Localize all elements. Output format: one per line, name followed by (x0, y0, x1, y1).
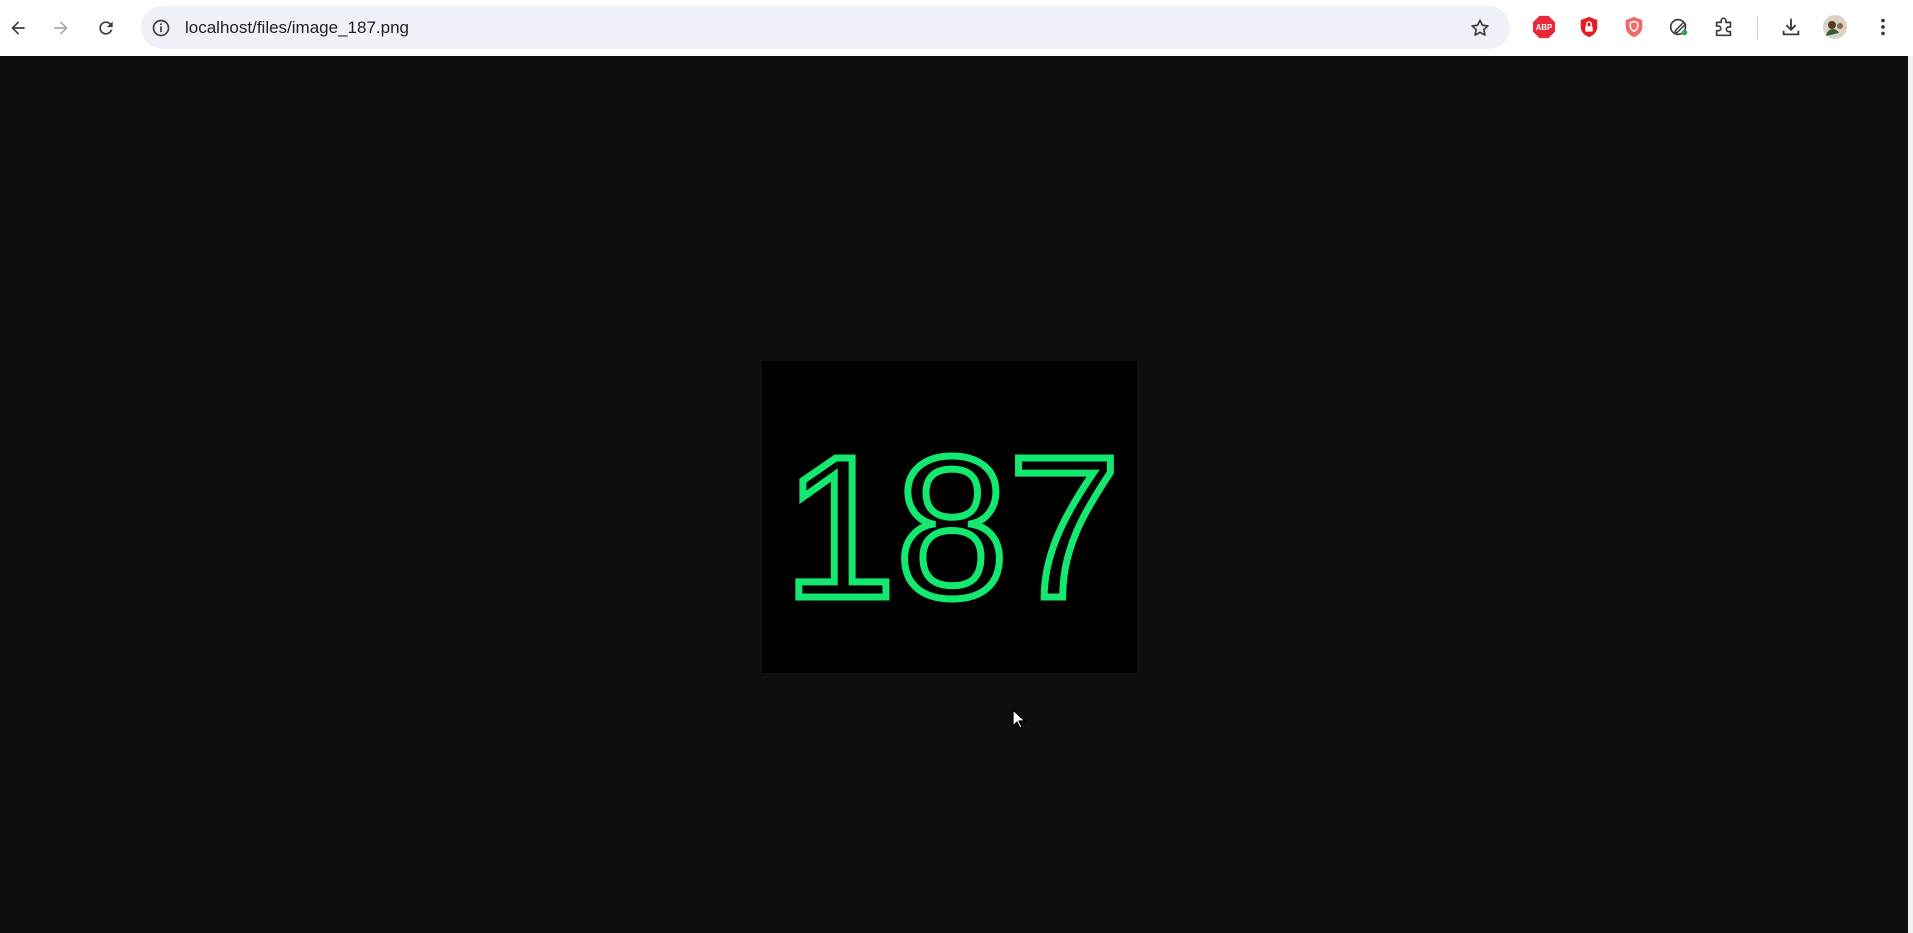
profile-avatar[interactable] (1822, 14, 1848, 40)
address-bar[interactable]: localhost/files/image_187.png (141, 6, 1510, 49)
pen-extension-icon[interactable] (1666, 14, 1692, 40)
back-button[interactable] (0, 10, 36, 46)
displayed-image: 187 (762, 361, 1137, 673)
mouse-cursor-icon (1012, 709, 1026, 729)
bookmark-star-icon[interactable] (1468, 16, 1492, 40)
lock-shield-extension-icon[interactable] (1576, 14, 1602, 40)
forward-button[interactable] (43, 10, 79, 46)
reload-icon (99, 21, 113, 35)
puzzle-extensions-icon[interactable] (1711, 14, 1737, 40)
browser-toolbar: localhost/files/image_187.png ABP (0, 0, 1913, 56)
svg-text:ABP: ABP (1536, 23, 1553, 32)
vertical-scrollbar[interactable] (1908, 56, 1913, 933)
image-number-text: 187 (783, 414, 1120, 640)
back-arrow-icon (11, 21, 25, 35)
shield-extension-icon[interactable] (1621, 14, 1647, 40)
download-icon[interactable] (1778, 14, 1804, 40)
url-text[interactable]: localhost/files/image_187.png (185, 18, 409, 38)
adblock-plus-icon[interactable]: ABP (1531, 14, 1557, 40)
site-info-icon[interactable] (150, 17, 172, 39)
reload-button[interactable] (88, 10, 124, 46)
menu-kebab-icon[interactable] (1870, 14, 1896, 40)
forward-arrow-icon (54, 21, 68, 35)
toolbar-separator (1757, 17, 1758, 39)
